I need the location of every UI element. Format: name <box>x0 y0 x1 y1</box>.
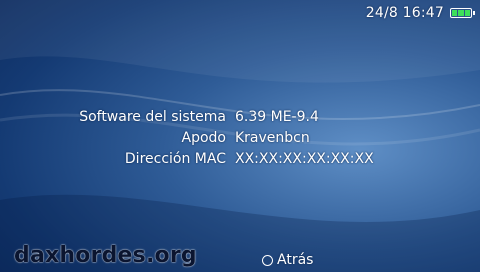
mac-address-label: Dirección MAC <box>124 151 226 167</box>
mac-address-value: XX:XX:XX:XX:XX:XX <box>235 151 374 167</box>
battery-cell <box>464 10 470 16</box>
battery-icon <box>450 8 475 18</box>
info-row-mac: Dirección MAC XX:XX:XX:XX:XX:XX <box>0 149 480 170</box>
info-row-software: Software del sistema 6.39 ME-9.4 <box>0 107 480 128</box>
software-label: Software del sistema <box>79 109 226 125</box>
date-time: 24/8 16:47 <box>365 5 444 21</box>
battery-cell <box>458 10 464 16</box>
watermark-logo: daxhordes.org <box>14 243 197 268</box>
nickname-label: Apodo <box>181 130 226 146</box>
battery-cell <box>452 10 458 16</box>
back-button[interactable]: Atrás <box>262 252 313 268</box>
info-row-nickname: Apodo Kravenbcn <box>0 128 480 149</box>
nickname-value: Kravenbcn <box>235 130 310 146</box>
status-bar: 24/8 16:47 <box>365 5 475 21</box>
software-value: 6.39 ME-9.4 <box>235 109 319 125</box>
back-label: Atrás <box>277 252 314 268</box>
circle-button-icon <box>262 254 273 266</box>
system-info-table: Software del sistema 6.39 ME-9.4 Apodo K… <box>0 107 480 170</box>
